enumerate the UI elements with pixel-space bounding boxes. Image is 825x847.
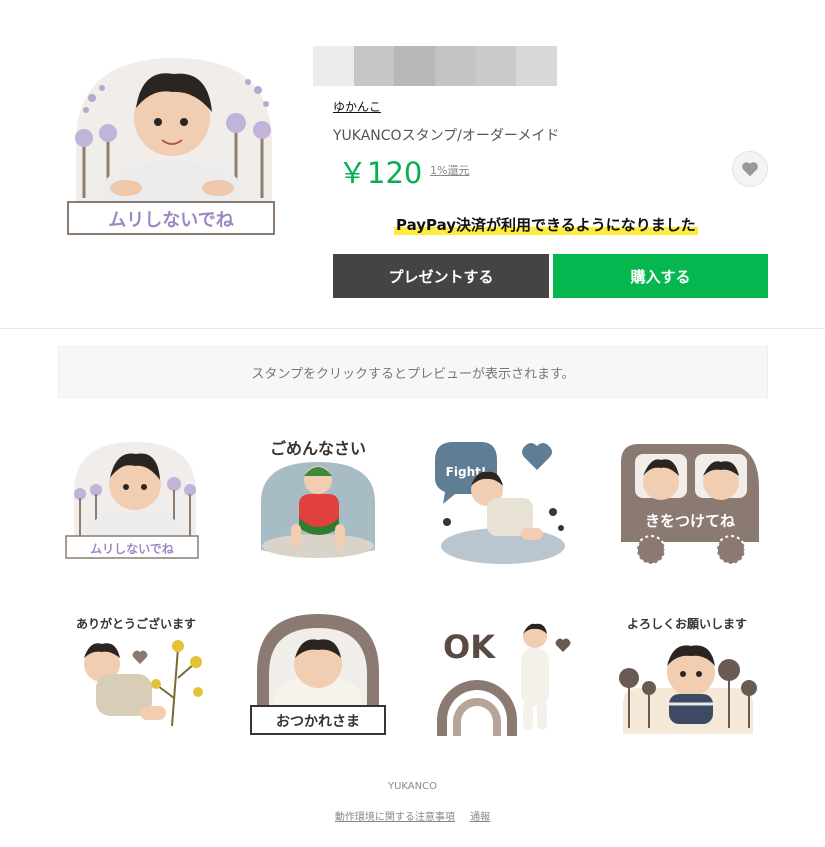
pack-name: YUKANCOスタンプ/オーダーメイド — [333, 128, 560, 144]
price: ￥120 — [338, 156, 423, 190]
sticker-item[interactable]: おつかれさま — [243, 608, 393, 748]
footer-brand: YUKANCO — [388, 781, 437, 792]
cashback-link[interactable]: 1%還元 — [430, 162, 469, 178]
paypay-notice: PayPay決済が利用できるようになりました — [394, 214, 698, 235]
sticker-caption: OK — [443, 628, 496, 666]
sticker-item[interactable]: よろしくお願いします — [613, 608, 763, 748]
footer-links: 動作環境に関する注意事項 通報 — [0, 808, 825, 823]
footer-link-report[interactable]: 通報 — [470, 812, 490, 823]
sticker-item[interactable]: ムリしないでね — [60, 432, 210, 572]
main-sticker-caption: ムリしないでね — [108, 210, 233, 231]
gift-button[interactable]: プレゼントする — [333, 254, 549, 298]
footer-link-environment[interactable]: 動作環境に関する注意事項 — [335, 812, 455, 823]
sticker-caption: よろしくお願いします — [627, 617, 747, 631]
divider — [0, 328, 825, 329]
sticker-item[interactable]: ごめんなさい — [243, 432, 393, 572]
sticker-caption: ありがとうございます — [76, 616, 196, 631]
sticker-item[interactable]: Fight! — [425, 432, 575, 572]
main-sticker-image: ムリしないでね — [62, 48, 286, 244]
heart-icon — [742, 162, 758, 177]
sticker-item[interactable]: ありがとうございます — [60, 608, 210, 748]
author-link[interactable]: ゆかんこ — [333, 98, 381, 115]
pack-title-blurred — [313, 46, 558, 86]
sticker-caption: きをつけてね — [645, 512, 735, 530]
sticker-caption: ごめんなさい — [270, 439, 366, 458]
sticker-caption: おつかれさま — [276, 714, 360, 730]
sticker-item[interactable]: きをつけてね — [613, 432, 763, 572]
sticker-item[interactable]: OK — [425, 608, 575, 748]
preview-notice: スタンプをクリックするとプレビューが表示されます。 — [58, 346, 768, 398]
buy-button[interactable]: 購入する — [553, 254, 768, 298]
favorite-button[interactable] — [732, 151, 768, 187]
sticker-caption: ムリしないでね — [90, 542, 174, 556]
